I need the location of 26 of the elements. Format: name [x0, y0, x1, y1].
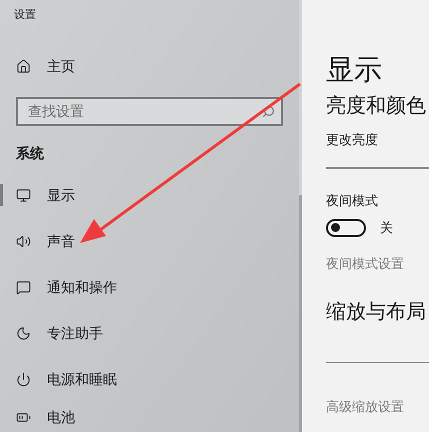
- advanced-scaling-link[interactable]: 高级缩放设置: [326, 398, 429, 414]
- section-heading: 系统: [16, 144, 44, 163]
- nav-item[interactable]: 声音: [0, 218, 299, 264]
- brightness-label: 更改亮度: [326, 131, 379, 149]
- moon-icon: [16, 326, 31, 340]
- section-heading: 缩放与布局: [326, 300, 427, 324]
- toggle-state: 关: [380, 219, 393, 237]
- search-icon: [262, 104, 275, 118]
- monitor-icon: [16, 188, 31, 202]
- page-title: 显示: [326, 53, 383, 87]
- speaker-icon: [16, 234, 31, 248]
- home-icon: [16, 59, 31, 74]
- message-icon: [16, 280, 31, 294]
- nav-item[interactable]: 电池: [0, 402, 299, 432]
- search-field[interactable]: 查找设置: [16, 96, 283, 126]
- nav-item[interactable]: 显示: [0, 172, 299, 218]
- nav-item[interactable]: 通知和操作: [0, 264, 299, 310]
- night-mode-toggle[interactable]: [326, 218, 366, 237]
- power-icon: [16, 372, 31, 386]
- home-item[interactable]: 主页: [0, 48, 299, 86]
- night-mode-label: 夜间模式: [326, 192, 379, 210]
- window-title: 设置: [14, 8, 37, 22]
- nav-item[interactable]: 专注助手: [0, 310, 299, 356]
- nav-item[interactable]: 电源和睡眠: [0, 356, 299, 402]
- night-mode-settings-link[interactable]: 夜间模式设置: [326, 254, 429, 272]
- section-heading: 亮度和颜色: [326, 94, 427, 119]
